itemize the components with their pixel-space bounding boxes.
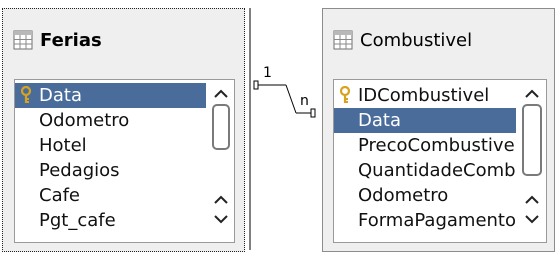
primary-key-icon (20, 86, 32, 103)
chevron-up-icon (525, 195, 539, 204)
scroll-thumb[interactable] (522, 104, 542, 176)
table-title[interactable]: Combustivel (333, 23, 472, 57)
field-name: Data (39, 85, 82, 106)
field-name: Odometro (358, 185, 449, 206)
field-row[interactable]: Odometro (15, 108, 206, 133)
scroll-up-button[interactable] (208, 84, 234, 102)
table-name: Ferias (40, 29, 102, 51)
relation-connector (249, 8, 316, 250)
scroll-down-button[interactable] (208, 210, 234, 228)
chevron-down-icon (214, 214, 228, 223)
chevron-up-icon (214, 195, 228, 204)
field-row[interactable]: Cafe (15, 183, 206, 208)
field-row[interactable]: Pgt_cafe (15, 208, 206, 233)
scroll-up-button[interactable] (518, 84, 546, 102)
field-row[interactable]: Pedagios (15, 158, 206, 183)
field-name: Hotel (39, 135, 87, 156)
table-window-ferias[interactable]: Ferias Data Odometro Hotel Pedagios Cafe… (2, 8, 245, 252)
field-name: Pedagios (39, 160, 120, 181)
field-name: Odometro (39, 110, 130, 131)
field-row[interactable]: IDCombustivel (334, 83, 516, 108)
chevron-down-icon (525, 214, 539, 223)
cardinality-many-label: n (300, 93, 309, 109)
table-icon (13, 30, 33, 50)
scroll-up-button[interactable] (208, 190, 234, 208)
field-name: PrecoCombustivel (358, 135, 516, 156)
primary-key-icon (339, 86, 351, 103)
field-name: IDCombustivel (358, 85, 490, 106)
field-row[interactable]: QuantidadeCombustivel (334, 158, 516, 183)
field-row[interactable]: PrecoCombustivel (334, 133, 516, 158)
vertical-scrollbar[interactable] (208, 80, 234, 242)
relation-line[interactable]: 1 n (248, 0, 320, 258)
table-window-combustivel[interactable]: Combustivel IDCombustivel Data PrecoComb… (322, 8, 555, 252)
field-name: QuantidadeCombustivel (358, 160, 516, 181)
cardinality-one-label: 1 (263, 65, 272, 81)
chevron-up-icon (214, 89, 228, 98)
field-row[interactable]: FormaPagamento (334, 208, 516, 233)
chevron-up-icon (525, 89, 539, 98)
scroll-down-button[interactable] (518, 210, 546, 228)
field-row[interactable]: Hotel (15, 133, 206, 158)
field-name: Pgt_cafe (39, 210, 116, 231)
scroll-up-button[interactable] (518, 190, 546, 208)
field-row[interactable]: Data (15, 83, 206, 108)
table-icon (333, 30, 353, 50)
vertical-scrollbar[interactable] (518, 80, 546, 242)
field-name: FormaPagamento (358, 210, 516, 231)
field-list[interactable]: Data Odometro Hotel Pedagios Cafe Pgt_ca… (14, 79, 235, 243)
scroll-thumb[interactable] (212, 104, 230, 150)
field-name: Data (358, 110, 401, 131)
field-row[interactable]: Odometro (334, 183, 516, 208)
field-name: Cafe (39, 185, 81, 206)
field-row[interactable]: Data (334, 108, 516, 133)
field-list[interactable]: IDCombustivel Data PrecoCombustivel Quan… (333, 79, 547, 243)
table-name: Combustivel (360, 29, 473, 51)
table-title[interactable]: Ferias (13, 23, 102, 57)
